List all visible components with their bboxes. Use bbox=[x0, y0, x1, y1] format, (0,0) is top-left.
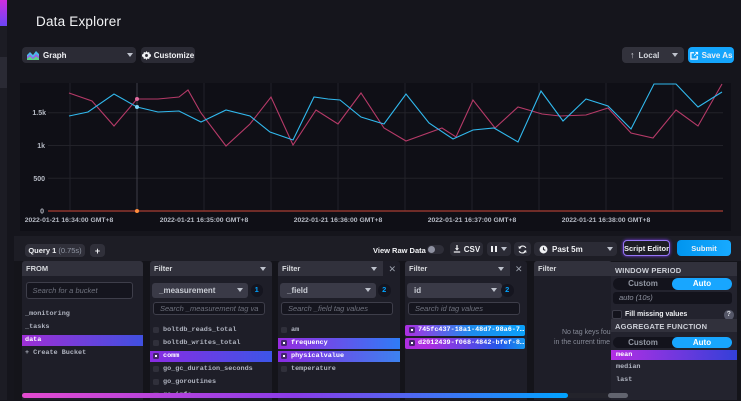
svg-text:2022-01-21 16:37:00 GMT+8: 2022-01-21 16:37:00 GMT+8 bbox=[428, 217, 517, 224]
svg-text:2022-01-21 16:34:00 GMT+8: 2022-01-21 16:34:00 GMT+8 bbox=[25, 217, 114, 224]
svg-text:1k: 1k bbox=[37, 143, 45, 150]
svg-text:0: 0 bbox=[40, 209, 44, 216]
svg-text:2022-01-21 16:36:00 GMT+8: 2022-01-21 16:36:00 GMT+8 bbox=[294, 217, 383, 224]
svg-text:1.5k: 1.5k bbox=[32, 110, 46, 117]
svg-text:500: 500 bbox=[33, 176, 45, 183]
svg-text:2022-01-21 16:38:00 GMT+8: 2022-01-21 16:38:00 GMT+8 bbox=[562, 217, 651, 224]
svg-text:2022-01-21 16:35:00 GMT+8: 2022-01-21 16:35:00 GMT+8 bbox=[160, 217, 249, 224]
